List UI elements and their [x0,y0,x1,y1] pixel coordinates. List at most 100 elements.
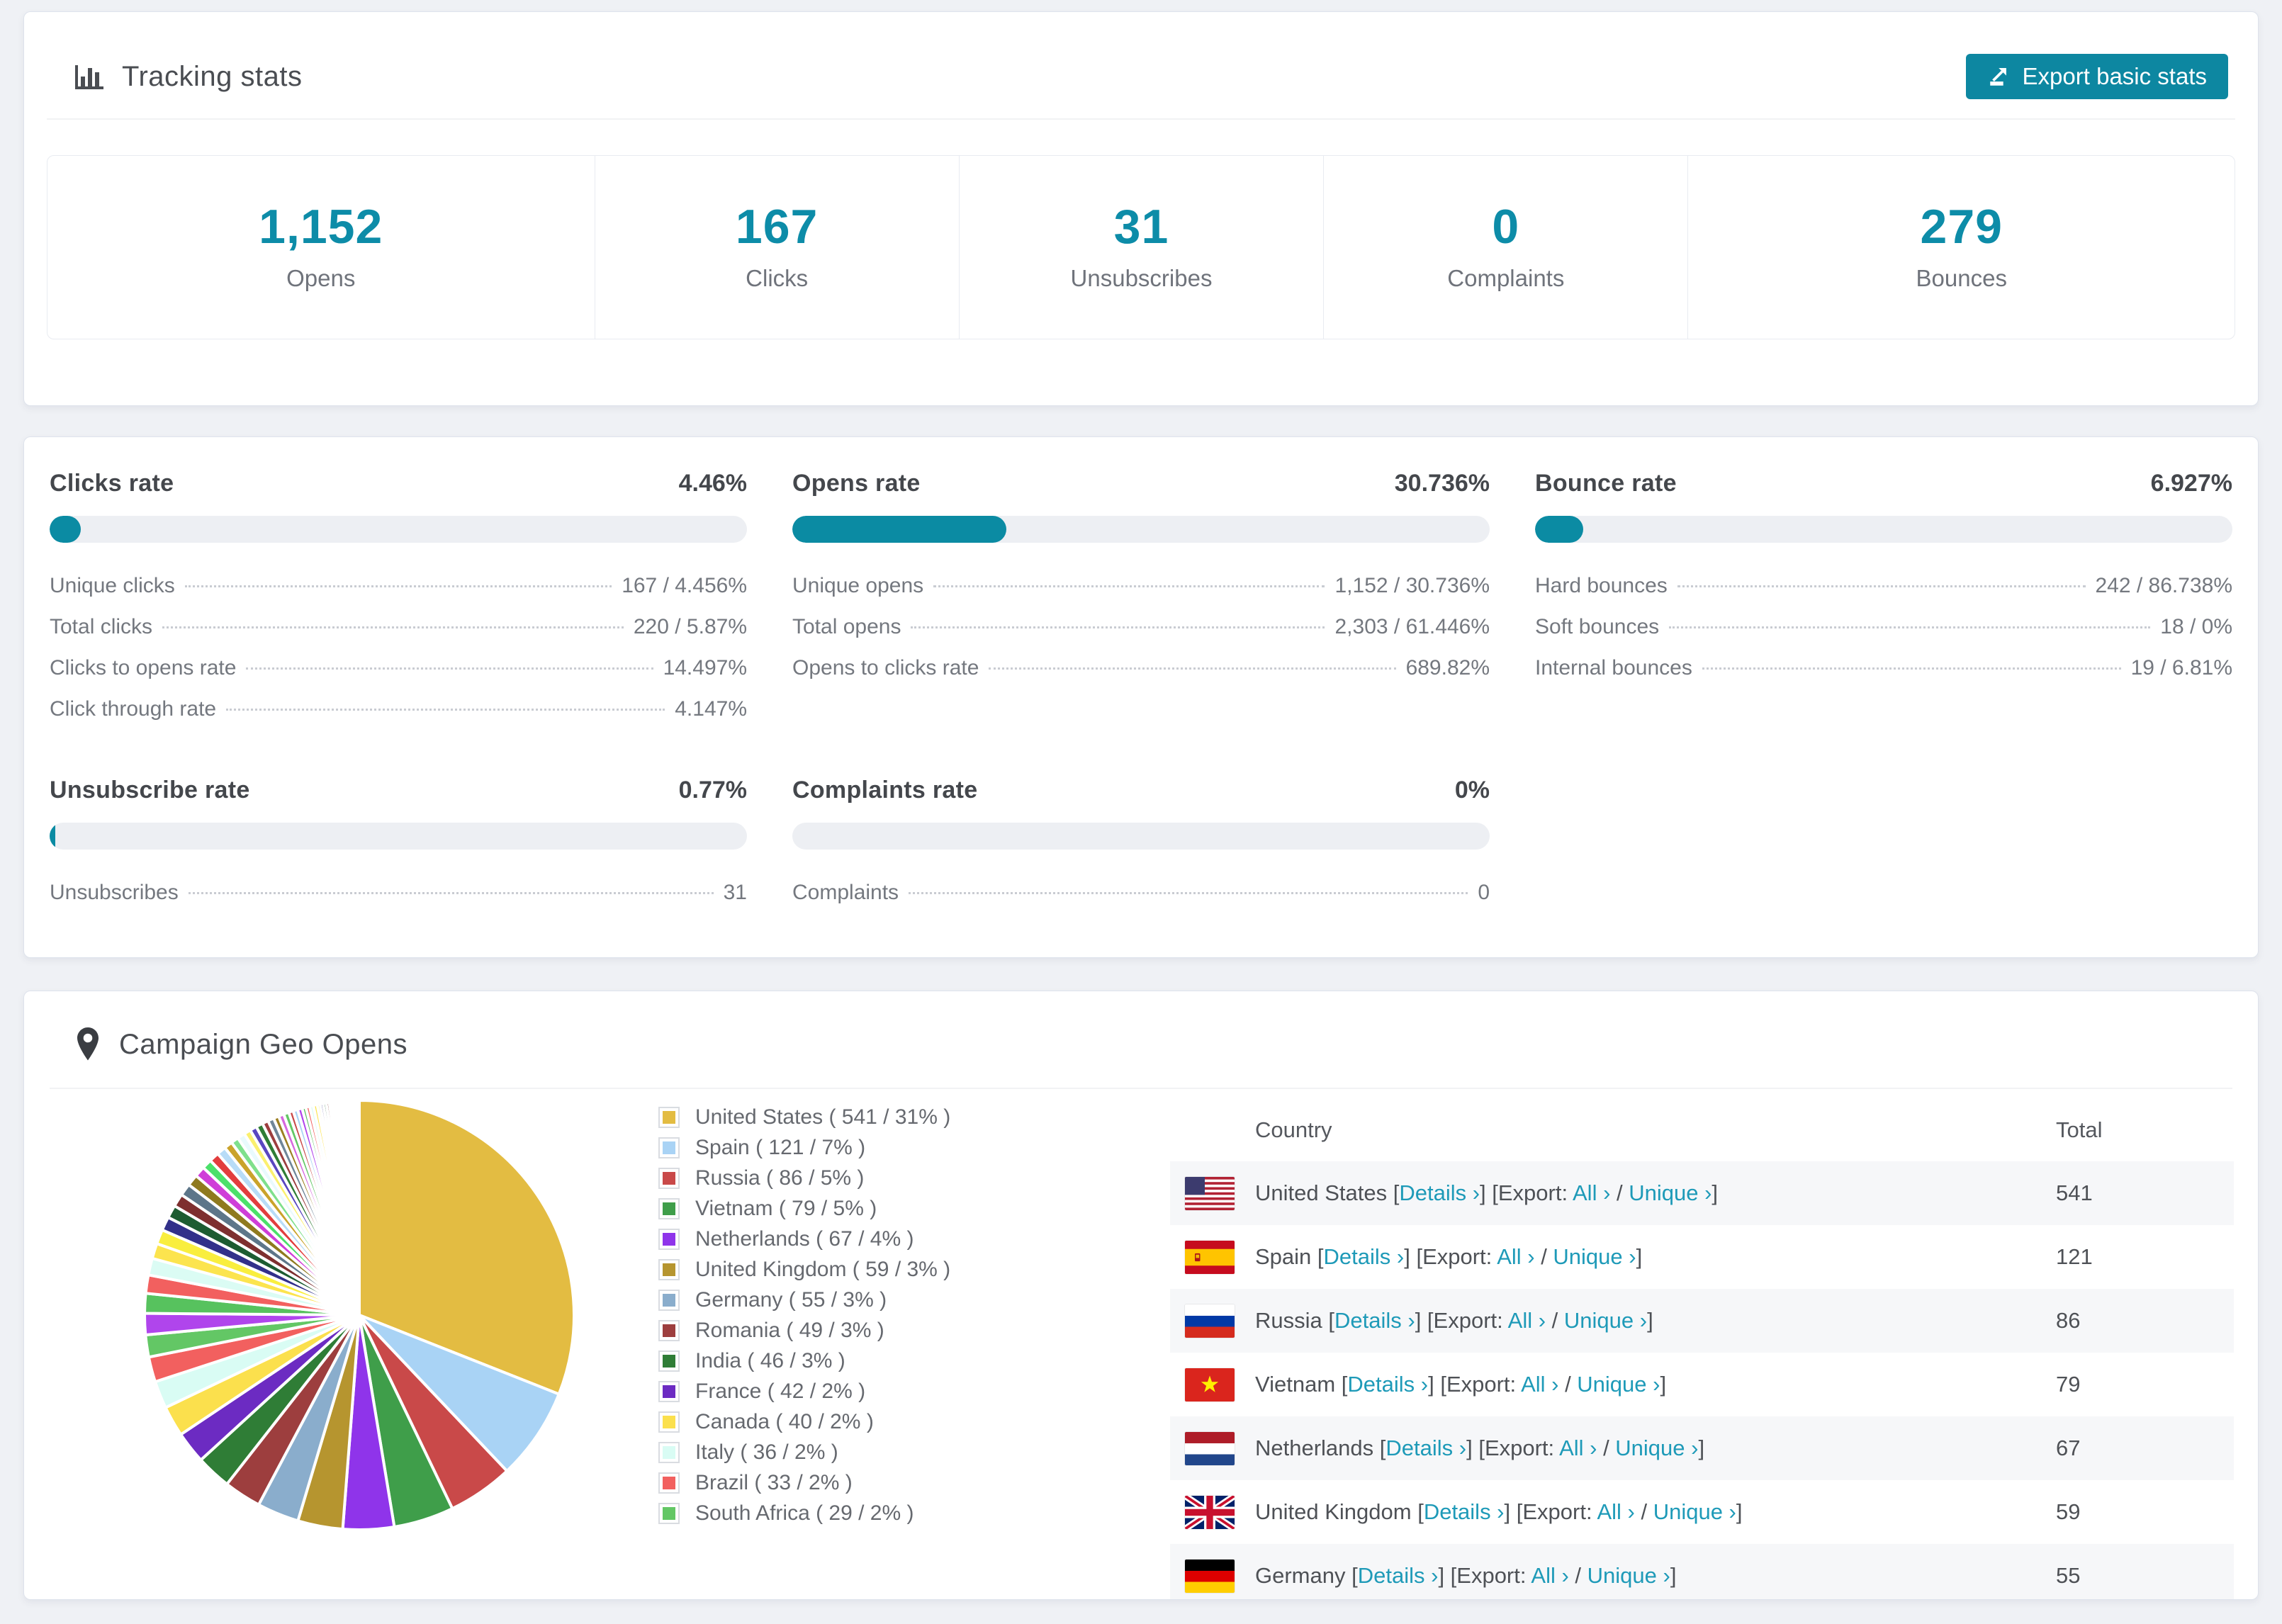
bracket: [ [1417,1499,1424,1524]
export-all-link[interactable]: All › [1559,1436,1597,1460]
legend-label: Vietnam ( 79 / 5% ) [695,1196,877,1220]
rate-title: Complaints rate [792,777,978,803]
stat-box-bounces: 279 Bounces [1687,156,2235,339]
export-unique-link[interactable]: Unique › [1653,1499,1736,1524]
legend-item-germany[interactable]: Germany ( 55 / 3% ) [658,1285,1147,1315]
dotted-leader [162,626,624,628]
geo-row-country-cell: Russia [Details ›] [Export: All › / Uniq… [1255,1308,2056,1333]
rate-section-opens-rate: Opens rate 30.736% Unique opens 1,152 / 30.… [792,470,1490,738]
export-unique-link[interactable]: Unique › [1615,1436,1698,1460]
bracket: ] [Export: [1480,1180,1573,1205]
us-flag-icon [1185,1176,1235,1210]
details-link[interactable]: Details › [1386,1436,1466,1460]
geo-table-row-de: Germany [Details ›] [Export: All › / Uni… [1170,1544,2234,1599]
rate-row: Unique opens 1,152 / 30.736% [792,574,1490,615]
rate-row-label: Internal bounces [1535,656,1692,680]
geo-row-total: 67 [2056,1436,2081,1460]
country-name: Germany [1255,1563,1352,1588]
rate-row: Click through rate 4.147% [50,697,747,738]
gb-flag-icon [1185,1495,1235,1529]
rate-row-value: 167 / 4.456% [622,574,747,597]
details-link[interactable]: Details › [1324,1244,1405,1269]
details-link[interactable]: Details › [1334,1308,1415,1333]
map-pin-icon [75,1026,101,1063]
legend-label: Brazil ( 33 / 2% ) [695,1470,853,1494]
rate-row-value: 18 / 0% [2160,615,2232,638]
export-all-link[interactable]: All › [1531,1563,1568,1588]
export-all-link[interactable]: All › [1497,1244,1534,1269]
rate-row-label: Complaints [792,881,899,904]
export-basic-stats-button[interactable]: Export basic stats [1965,54,2228,99]
rate-value: 6.927% [2150,470,2232,497]
slash: / [1546,1308,1564,1333]
rate-row: Opens to clicks rate 689.82% [792,656,1490,697]
export-unique-link[interactable]: Unique › [1629,1180,1712,1205]
rate-row-value: 31 [723,881,747,904]
legend-item-united-kingdom[interactable]: United Kingdom ( 59 / 3% ) [658,1254,1147,1285]
legend-swatch [658,1380,680,1402]
geo-row-total: 79 [2056,1372,2081,1397]
rate-row: Clicks to opens rate 14.497% [50,656,747,697]
export-all-link[interactable]: All › [1521,1372,1558,1397]
stat-label: Bounces [1916,265,2007,291]
rate-progress-fill [50,516,81,543]
legend-swatch [658,1228,680,1250]
details-link[interactable]: Details › [1424,1499,1505,1524]
legend-swatch [658,1350,680,1372]
stat-label: Clicks [746,265,809,291]
rate-progress-fill [792,516,1007,543]
legend-item-vietnam[interactable]: Vietnam ( 79 / 5% ) [658,1193,1147,1224]
legend-item-spain[interactable]: Spain ( 121 / 7% ) [658,1132,1147,1163]
rate-title: Opens rate [792,470,921,497]
bar-chart-icon [72,60,106,94]
export-unique-link[interactable]: Unique › [1587,1563,1670,1588]
rate-row-label: Opens to clicks rate [792,656,979,680]
geo-table-row-us: United States [Details ›] [Export: All ›… [1170,1161,2234,1225]
country-flag-gb [1170,1495,1255,1529]
legend-swatch [658,1258,680,1280]
slash: / [1634,1499,1653,1524]
legend-item-france[interactable]: France ( 42 / 2% ) [658,1376,1147,1406]
export-unique-link[interactable]: Unique › [1564,1308,1647,1333]
legend-item-netherlands[interactable]: Netherlands ( 67 / 4% ) [658,1224,1147,1254]
legend-swatch [658,1472,680,1494]
bracket: ] [Export: [1504,1499,1597,1524]
legend-item-italy[interactable]: Italy ( 36 / 2% ) [658,1437,1147,1467]
legend-item-south-africa[interactable]: South Africa ( 29 / 2% ) [658,1498,1147,1528]
legend-label: France ( 42 / 2% ) [695,1379,866,1403]
legend-item-canada[interactable]: Canada ( 40 / 2% ) [658,1406,1147,1437]
rate-rows: Unique opens 1,152 / 30.736% Total opens 2,… [792,574,1490,697]
rate-rows: Hard bounces 242 / 86.738% Soft bounces 18 … [1535,574,2232,697]
legend-label: Russia ( 86 / 5% ) [695,1166,865,1190]
bracket: ] [1698,1436,1705,1460]
geo-table-header-row: Country Total [1170,1099,2234,1161]
export-all-link[interactable]: All › [1508,1308,1546,1333]
legend-item-united-states[interactable]: United States ( 541 / 31% ) [658,1102,1147,1132]
geo-header-total: Total [2056,1117,2103,1142]
legend-label: Spain ( 121 / 7% ) [695,1135,866,1159]
details-link[interactable]: Details › [1358,1563,1439,1588]
rate-row-label: Hard bounces [1535,574,1668,597]
legend-label: Germany ( 55 / 3% ) [695,1287,887,1312]
details-link[interactable]: Details › [1347,1372,1428,1397]
details-link[interactable]: Details › [1399,1180,1480,1205]
legend-item-romania[interactable]: Romania ( 49 / 3% ) [658,1315,1147,1346]
rate-rows: Unsubscribes 31 [50,881,747,922]
export-unique-link[interactable]: Unique › [1553,1244,1636,1269]
legend-item-india[interactable]: India ( 46 / 3% ) [658,1346,1147,1376]
export-all-link[interactable]: All › [1597,1499,1634,1524]
legend-item-brazil[interactable]: Brazil ( 33 / 2% ) [658,1467,1147,1498]
nl-flag-icon [1185,1431,1235,1465]
geo-row-country-cell: Vietnam [Details ›] [Export: All › / Uni… [1255,1372,2056,1397]
stat-value: 1,152 [259,200,383,254]
export-unique-link[interactable]: Unique › [1577,1372,1660,1397]
legend-item-russia[interactable]: Russia ( 86 / 5% ) [658,1163,1147,1193]
export-all-link[interactable]: All › [1573,1180,1610,1205]
bracket: ] [1712,1180,1719,1205]
geo-row-total: 86 [2056,1308,2081,1333]
rate-row: Hard bounces 242 / 86.738% [1535,574,2232,615]
de-flag-icon [1185,1559,1235,1593]
rates-grid: Clicks rate 4.46% Unique clicks 167 / 4.456… [24,437,2258,922]
rate-section-unsubscribe-rate: Unsubscribe rate 0.77% Unsubscribes 31 [50,777,747,922]
rate-value: 4.46% [678,470,747,497]
